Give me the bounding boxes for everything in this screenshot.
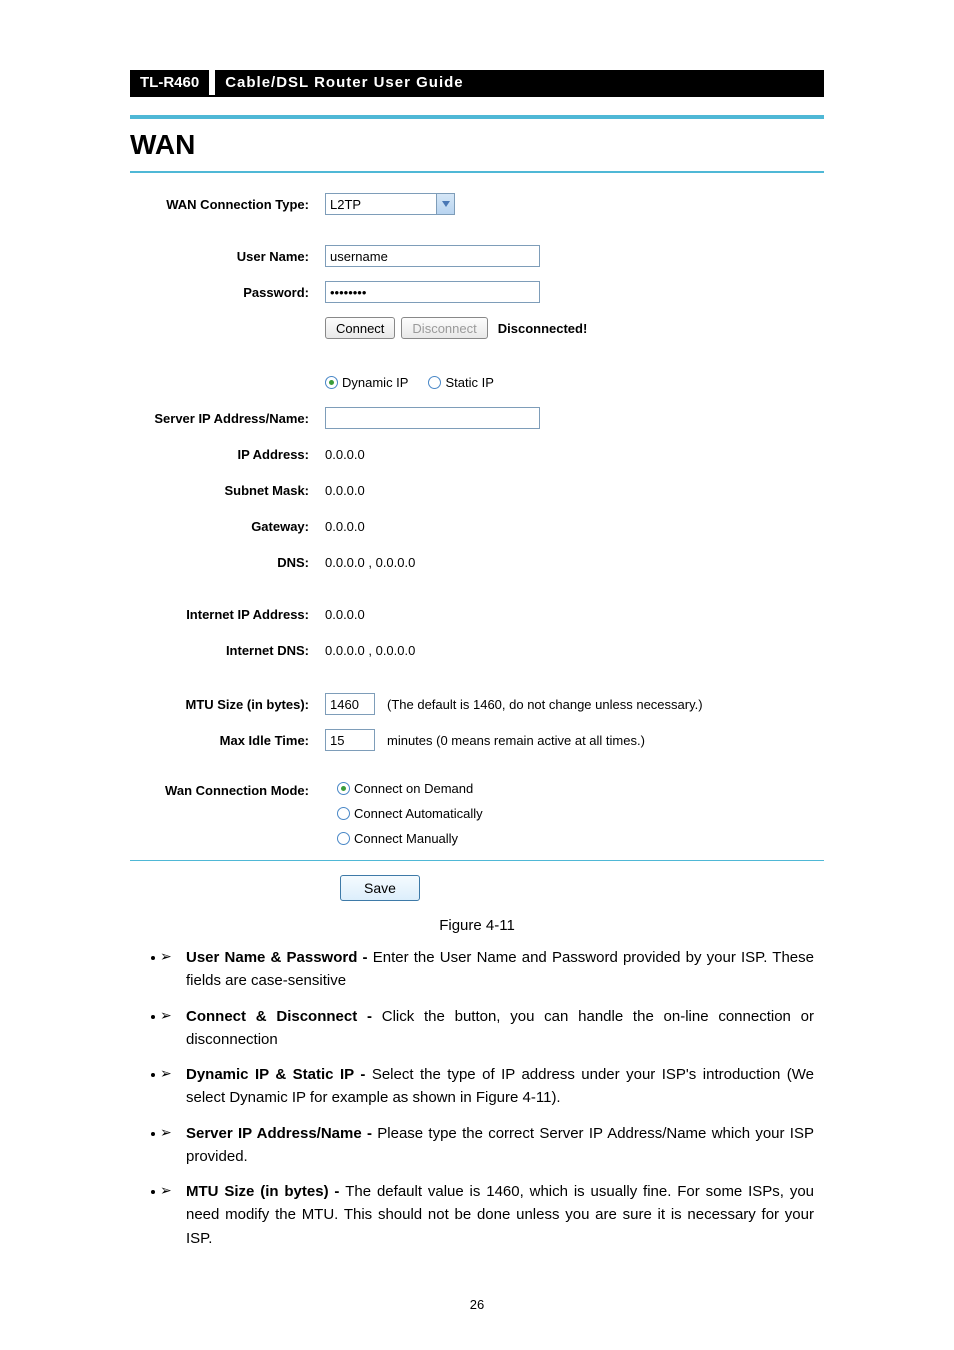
panel-title: WAN <box>130 129 824 161</box>
label-username: User Name: <box>130 249 325 264</box>
radio-icon <box>337 832 350 845</box>
list-item: Connect & Disconnect - Click the button,… <box>166 1005 814 1052</box>
subnet-value: 0.0.0.0 <box>325 483 365 498</box>
label-internet-dns: Internet DNS: <box>130 643 325 658</box>
gateway-value: 0.0.0.0 <box>325 519 365 534</box>
connect-button[interactable]: Connect <box>325 317 395 339</box>
radio-icon <box>428 376 441 389</box>
mode-demand-radio[interactable]: Connect on Demand <box>337 781 473 796</box>
definition-list: User Name & Password - Enter the User Na… <box>130 946 824 1250</box>
radio-label: Connect Manually <box>354 831 458 846</box>
wan-conn-type-select[interactable]: L2TP <box>325 193 455 215</box>
divider <box>130 171 824 173</box>
wan-config-panel: WAN WAN Connection Type: L2TP User Name:… <box>130 115 824 901</box>
divider <box>130 860 824 861</box>
server-ip-input[interactable] <box>325 407 540 429</box>
mtu-hint: (The default is 1460, do not change unle… <box>387 697 703 712</box>
dns-value: 0.0.0.0 , 0.0.0.0 <box>325 555 415 570</box>
bullet-term: MTU Size (in bytes) - <box>186 1183 345 1200</box>
static-ip-radio[interactable]: Static IP <box>428 375 493 390</box>
page-number: 26 <box>0 1297 954 1312</box>
header-rule <box>130 95 824 97</box>
label-dns: DNS: <box>130 555 325 570</box>
list-item: User Name & Password - Enter the User Na… <box>166 946 814 993</box>
list-item: Server IP Address/Name - Please type the… <box>166 1122 814 1169</box>
mode-auto-radio[interactable]: Connect Automatically <box>337 806 483 821</box>
list-item: Dynamic IP & Static IP - Select the type… <box>166 1063 814 1110</box>
label-ip-address: IP Address: <box>130 447 325 462</box>
internet-ip-value: 0.0.0.0 <box>325 607 365 622</box>
radio-label: Static IP <box>445 375 493 390</box>
username-input[interactable] <box>325 245 540 267</box>
ip-address-value: 0.0.0.0 <box>325 447 365 462</box>
label-gateway: Gateway: <box>130 519 325 534</box>
label-mtu: MTU Size (in bytes): <box>130 697 325 712</box>
connection-status: Disconnected! <box>498 321 588 336</box>
bullet-term: Connect & Disconnect - <box>186 1008 382 1025</box>
model-badge: TL-R460 <box>130 70 209 95</box>
label-conn-type: WAN Connection Type: <box>130 197 325 212</box>
max-idle-hint: minutes (0 means remain active at all ti… <box>387 733 645 748</box>
radio-label: Connect on Demand <box>354 781 473 796</box>
label-max-idle: Max Idle Time: <box>130 733 325 748</box>
radio-label: Dynamic IP <box>342 375 408 390</box>
figure-caption: Figure 4-11 <box>130 917 824 934</box>
chevron-down-icon <box>436 194 454 214</box>
label-password: Password: <box>130 285 325 300</box>
list-item: MTU Size (in bytes) - The default value … <box>166 1180 814 1250</box>
select-value: L2TP <box>330 197 361 212</box>
radio-icon <box>337 782 350 795</box>
bullet-term: User Name & Password - <box>186 949 373 966</box>
mode-manual-radio[interactable]: Connect Manually <box>337 831 458 846</box>
label-server-ip: Server IP Address/Name: <box>130 411 325 426</box>
radio-icon <box>325 376 338 389</box>
bullet-term: Server IP Address/Name - <box>186 1125 377 1142</box>
radio-label: Connect Automatically <box>354 806 483 821</box>
internet-dns-value: 0.0.0.0 , 0.0.0.0 <box>325 643 415 658</box>
bullet-term: Dynamic IP & Static IP - <box>186 1066 372 1083</box>
password-input[interactable] <box>325 281 540 303</box>
doc-header: TL-R460 Cable/DSL Router User Guide <box>130 70 824 95</box>
dynamic-ip-radio[interactable]: Dynamic IP <box>325 375 408 390</box>
guide-title: Cable/DSL Router User Guide <box>215 70 824 95</box>
label-internet-ip: Internet IP Address: <box>130 607 325 622</box>
save-button[interactable]: Save <box>340 875 420 901</box>
disconnect-button[interactable]: Disconnect <box>401 317 487 339</box>
mtu-input[interactable] <box>325 693 375 715</box>
radio-icon <box>337 807 350 820</box>
label-subnet: Subnet Mask: <box>130 483 325 498</box>
label-conn-mode: Wan Connection Mode: <box>130 781 325 798</box>
max-idle-input[interactable] <box>325 729 375 751</box>
